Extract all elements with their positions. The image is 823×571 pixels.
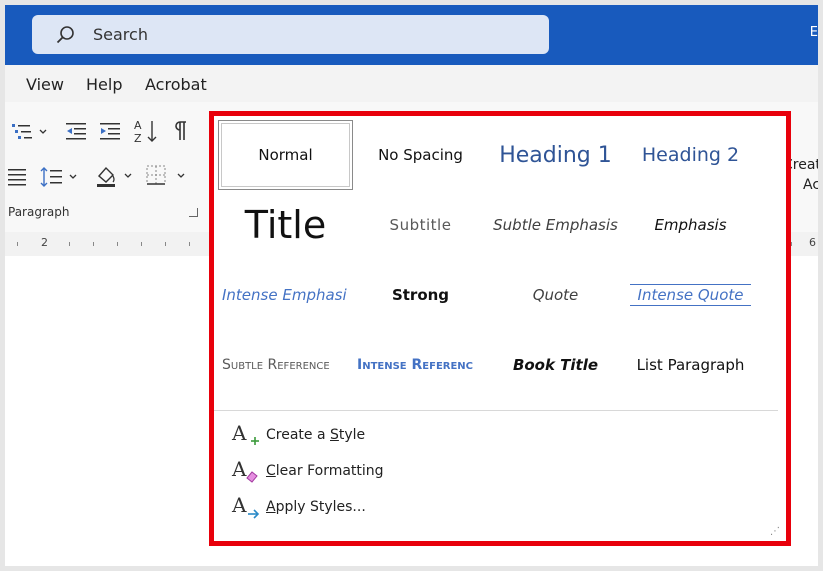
- style-label: Intense Emphasi: [222, 286, 347, 304]
- justify-icon[interactable]: [8, 168, 28, 186]
- resize-grip-icon[interactable]: ⋰: [770, 526, 780, 537]
- style-quote[interactable]: Quote: [488, 260, 623, 330]
- style-book-title[interactable]: Book Title: [488, 330, 623, 400]
- sort-icon[interactable]: A Z: [133, 118, 159, 144]
- svg-text:A: A: [231, 494, 247, 517]
- style-subtle-emphasis[interactable]: Subtle Emphasis: [488, 190, 623, 260]
- apply-styles-command[interactable]: A Apply Styles...: [230, 492, 366, 522]
- style-label: Quote: [532, 286, 579, 304]
- word-window: Search E View Help Acrobat A Z Paragraph…: [5, 5, 818, 566]
- titlebar-edge-text: E: [809, 25, 818, 40]
- svg-text:A: A: [231, 422, 247, 445]
- style-label: No Spacing: [378, 146, 463, 164]
- style-heading-2[interactable]: Heading 2: [623, 120, 758, 190]
- style-label: Intense Referenc: [357, 357, 474, 373]
- gallery-separator: [214, 410, 778, 411]
- apply-styles-icon: A: [231, 494, 260, 519]
- command-label: Create a Style: [266, 427, 366, 443]
- command-label: Clear Formatting: [266, 463, 384, 479]
- ruler-number: 6: [809, 236, 816, 249]
- svg-text:Z: Z: [134, 132, 142, 144]
- style-title[interactable]: Title: [218, 190, 353, 260]
- style-label: Emphasis: [654, 216, 727, 234]
- svg-text:A: A: [231, 458, 247, 481]
- style-label: List Paragraph: [636, 356, 745, 374]
- style-intense-emphasis[interactable]: Intense Emphasi: [218, 260, 353, 330]
- title-bar: Search E: [5, 5, 818, 65]
- paragraph-group-label: Paragraph: [8, 205, 70, 219]
- style-list-paragraph[interactable]: List Paragraph: [623, 330, 758, 400]
- ruler-number: 2: [41, 236, 48, 249]
- search-icon: [56, 26, 74, 44]
- style-intense-reference[interactable]: Intense Referenc: [353, 330, 488, 400]
- clear-formatting-icon: A: [231, 458, 258, 483]
- shading-icon[interactable]: [95, 164, 137, 188]
- command-label: Apply Styles...: [266, 499, 366, 515]
- style-heading-1[interactable]: Heading 1: [488, 120, 623, 190]
- borders-icon[interactable]: [146, 165, 190, 187]
- show-formatting-marks-icon[interactable]: [172, 120, 188, 142]
- style-label: Book Title: [512, 356, 599, 374]
- style-label: Normal: [258, 146, 313, 164]
- menu-acrobat[interactable]: Acrobat: [145, 75, 207, 94]
- paragraph-dialog-launcher-icon[interactable]: [189, 208, 198, 217]
- line-spacing-icon[interactable]: [40, 166, 82, 188]
- svg-text:A: A: [134, 119, 142, 132]
- style-strong[interactable]: Strong: [353, 260, 488, 330]
- style-label: Subtitle: [389, 216, 452, 234]
- style-normal[interactable]: Normal: [218, 120, 353, 190]
- style-label: Heading 1: [499, 142, 612, 168]
- search-box[interactable]: Search: [32, 15, 549, 54]
- style-no-spacing[interactable]: No Spacing: [353, 120, 488, 190]
- style-subtitle[interactable]: Subtitle: [353, 190, 488, 260]
- style-label: Subtle Emphasis: [493, 216, 618, 234]
- style-label: Subtle Reference: [222, 357, 330, 373]
- clear-formatting-command[interactable]: A Clear Formatting: [230, 456, 384, 486]
- increase-indent-icon[interactable]: [100, 122, 122, 140]
- menu-bar: View Help Acrobat: [5, 65, 818, 102]
- decrease-indent-icon[interactable]: [66, 122, 88, 140]
- style-label: Strong: [391, 286, 450, 304]
- menu-view[interactable]: View: [26, 75, 64, 94]
- style-intense-quote[interactable]: Intense Quote: [623, 260, 758, 330]
- search-label: Search: [93, 25, 148, 44]
- create-style-icon: A: [231, 422, 259, 445]
- menu-help[interactable]: Help: [86, 75, 122, 94]
- style-subtle-reference[interactable]: Subtle Reference: [218, 330, 353, 400]
- style-label: Heading 2: [641, 144, 740, 166]
- style-emphasis[interactable]: Emphasis: [623, 190, 758, 260]
- create-a-style-command[interactable]: A Create a Style: [230, 420, 365, 450]
- styles-gallery: Normal No Spacing Heading 1 Heading 2 Ti…: [209, 111, 791, 546]
- multilevel-list-icon[interactable]: [12, 122, 50, 142]
- style-label: Intense Quote: [629, 284, 752, 306]
- style-label: Title: [244, 203, 327, 247]
